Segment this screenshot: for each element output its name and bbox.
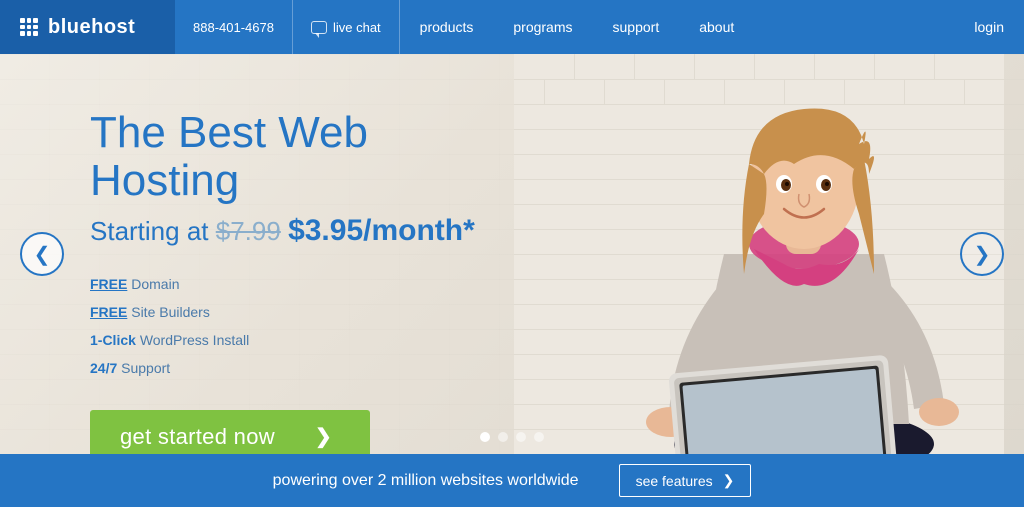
feature-wordpress: 1-Click WordPress Install	[90, 326, 500, 354]
feature-support: 24/7 Support	[90, 354, 500, 382]
see-features-button[interactable]: see features ❯	[619, 464, 752, 497]
cta-label: get started now	[120, 424, 275, 450]
nav-programs[interactable]: programs	[493, 0, 592, 54]
prev-arrow-icon: ❮	[34, 242, 51, 267]
grid-icon	[20, 18, 38, 36]
get-started-button[interactable]: get started now ❯	[90, 410, 370, 454]
carousel-dot-1[interactable]	[480, 432, 490, 442]
navbar: bluehost 888-401-4678 live chat products…	[0, 0, 1024, 54]
live-chat-label: live chat	[333, 20, 381, 35]
feature-builders: FREE Site Builders	[90, 298, 500, 326]
hero-subtitle: Starting at $7.99 $3.95/month*	[90, 214, 500, 248]
see-features-arrow-icon: ❯	[723, 472, 735, 489]
nav-login[interactable]: login	[954, 0, 1024, 54]
logo-container[interactable]: bluehost	[0, 0, 175, 54]
carousel-dots	[480, 432, 544, 442]
feature-support-text: Support	[121, 360, 170, 376]
nav-support[interactable]: support	[593, 0, 680, 54]
feature-247: 24/7	[90, 360, 117, 376]
hero-title: The Best Web Hosting	[90, 109, 500, 206]
hero-content: The Best Web Hosting Starting at $7.99 $…	[0, 54, 500, 454]
see-features-label: see features	[636, 473, 713, 489]
carousel-dot-4[interactable]	[534, 432, 544, 442]
feature-domain: FREE Domain	[90, 270, 500, 298]
next-arrow-icon: ❯	[974, 242, 991, 267]
cta-arrow-icon: ❯	[315, 424, 332, 449]
hero-image	[504, 54, 1024, 454]
nav-about[interactable]: about	[679, 0, 754, 54]
feature-free-2: FREE	[90, 304, 127, 320]
carousel-dot-3[interactable]	[516, 432, 526, 442]
hero-features-list: FREE Domain FREE Site Builders 1-Click W…	[90, 270, 500, 382]
feature-1click: 1-Click	[90, 332, 136, 348]
carousel-next-button[interactable]: ❯	[960, 232, 1004, 276]
nav-links: products programs support about login	[400, 0, 1024, 54]
hero-person-svg	[514, 54, 1004, 454]
subtitle-prefix: Starting at	[90, 216, 209, 246]
price-new: $3.95/month*	[288, 214, 475, 247]
hero-section: The Best Web Hosting Starting at $7.99 $…	[0, 54, 1024, 454]
carousel-dot-2[interactable]	[498, 432, 508, 442]
carousel-prev-button[interactable]: ❮	[20, 232, 64, 276]
feature-domain-text: Domain	[131, 276, 179, 292]
chat-bubble-icon	[311, 21, 327, 34]
live-chat-link[interactable]: live chat	[293, 0, 400, 54]
logo-text: bluehost	[48, 16, 135, 39]
nav-products[interactable]: products	[400, 0, 494, 54]
feature-wordpress-text: WordPress Install	[140, 332, 249, 348]
footer-tagline: powering over 2 million websites worldwi…	[273, 472, 579, 490]
feature-builders-text: Site Builders	[131, 304, 210, 320]
footer-bar: powering over 2 million websites worldwi…	[0, 454, 1024, 507]
phone-number[interactable]: 888-401-4678	[175, 0, 293, 54]
price-old: $7.99	[216, 216, 281, 246]
feature-free-1: FREE	[90, 276, 127, 292]
